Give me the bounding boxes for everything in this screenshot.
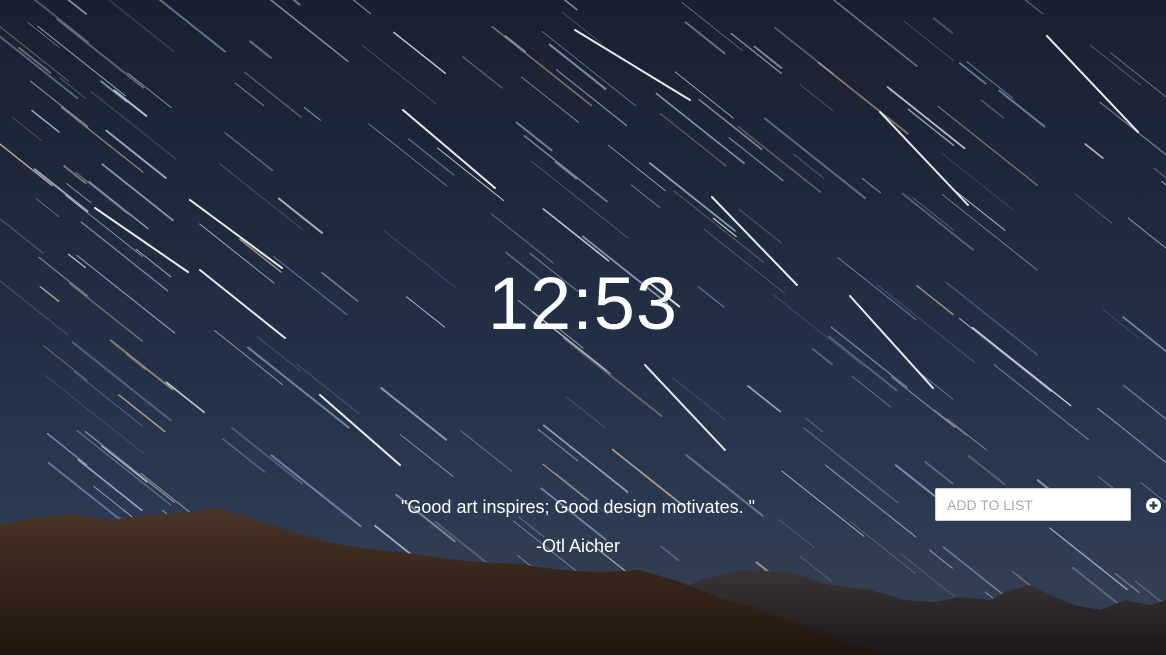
clock-time: 12:53 xyxy=(487,262,679,345)
add-to-list-input[interactable] xyxy=(935,488,1131,521)
plus-circle-icon xyxy=(1146,498,1161,513)
new-tab-page: 12:53 "Good art inspires; Good design mo… xyxy=(0,0,1166,655)
quote-text: "Good art inspires; Good design motivate… xyxy=(401,497,755,517)
quote-author: -Otl Aicher xyxy=(535,536,621,556)
add-to-list-button[interactable] xyxy=(1146,498,1161,513)
